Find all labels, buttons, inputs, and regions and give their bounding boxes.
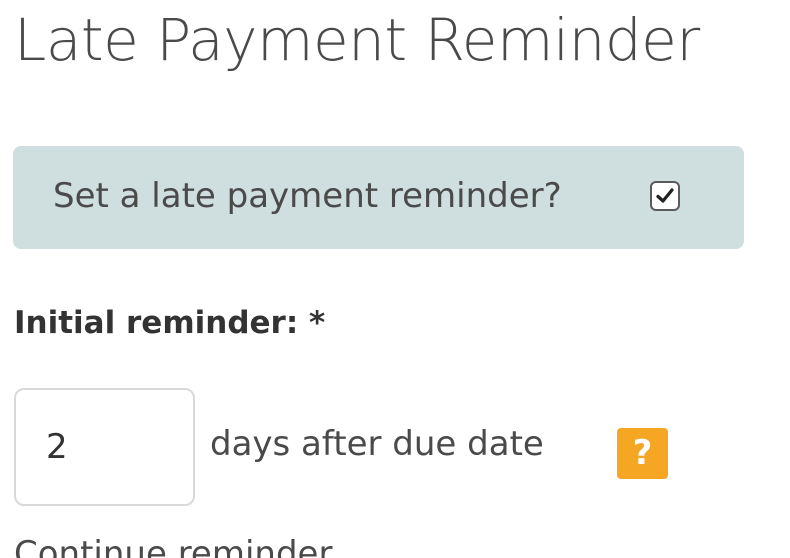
page-title: Late Payment Reminder [14,6,700,74]
initial-reminder-suffix: days after due date [210,424,544,464]
reminder-toggle-panel: Set a late payment reminder? [13,146,744,249]
initial-reminder-days-input[interactable] [14,388,195,506]
reminder-toggle-label[interactable]: Set a late payment reminder? [53,176,562,216]
late-payment-reminder-page: Late Payment Reminder Set a late payment… [0,0,790,558]
continue-reminder-label: Continue reminder [14,534,333,558]
reminder-toggle-checkbox[interactable] [650,181,680,211]
initial-reminder-label: Initial reminder: * [14,305,326,341]
question-mark-icon[interactable]: ? [617,428,668,479]
checkmark-icon [656,188,674,203]
